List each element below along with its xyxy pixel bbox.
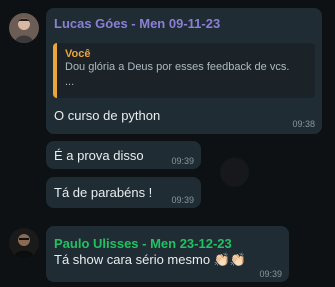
sender-name[interactable]: Lucas Góes - Men 09-11-23 [54, 16, 220, 31]
message-time: 09:39 [171, 156, 194, 166]
message-time: 09:39 [259, 269, 282, 279]
message-text: O curso de python [54, 108, 161, 123]
avatar-paulo[interactable] [9, 228, 39, 258]
message-bubble-paulo: Paulo Ulisses - Men 23-12-23 Tá show car… [46, 226, 289, 282]
quote-text: Dou glória a Deus por esses feedback de … [65, 61, 290, 88]
message-bubble-lucas: Lucas Góes - Men 09-11-23 Você Dou glóri… [46, 8, 322, 134]
message-bubble: É a prova disso 09:39 [46, 141, 201, 169]
quoted-message[interactable]: Você Dou glória a Deus por esses feedbac… [53, 43, 315, 98]
message-time: 09:38 [292, 119, 315, 129]
avatar-lucas[interactable] [9, 13, 39, 43]
message-time: 09:39 [171, 195, 194, 205]
quote-author: Você [65, 48, 91, 60]
message-text: Tá show cara sério mesmo 👏🏻👏🏻 [54, 252, 247, 267]
message-bubble: Tá de parabéns ! 09:39 [46, 177, 201, 208]
message-text: Tá de parabéns ! [54, 185, 153, 200]
message-text: É a prova disso [54, 148, 144, 163]
sender-name[interactable]: Paulo Ulisses - Men 23-12-23 [54, 236, 232, 251]
